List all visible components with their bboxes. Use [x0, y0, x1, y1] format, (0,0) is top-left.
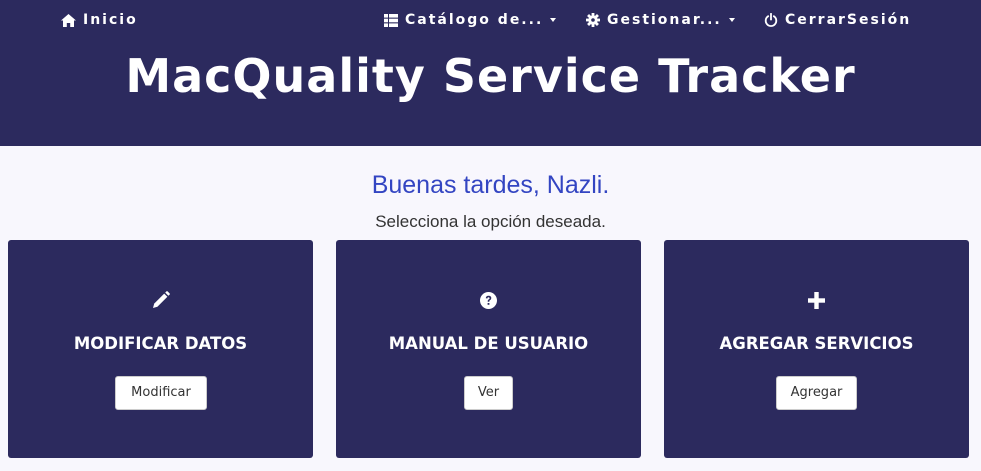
- card-user-manual: MANUAL DE USUARIO Ver: [336, 240, 641, 458]
- app-title: MacQuality Service Tracker: [125, 49, 856, 103]
- card-title: MANUAL DE USUARIO: [388, 334, 589, 353]
- chevron-down-icon: [728, 18, 735, 22]
- card-title: AGREGAR SERVICIOS: [719, 334, 914, 353]
- nav-home-link[interactable]: Inicio: [61, 9, 138, 31]
- home-icon: [61, 13, 76, 27]
- view-button[interactable]: Ver: [464, 376, 513, 410]
- chevron-down-icon: [550, 18, 557, 22]
- top-header: Inicio Catálogo de... Gestionar... Cerra…: [0, 0, 981, 146]
- nav-manage-label: Gestionar...: [607, 12, 722, 28]
- card-add-services: AGREGAR SERVICIOS Agregar: [664, 240, 969, 458]
- nav-home-label: Inicio: [83, 12, 138, 28]
- greeting-text: Buenas tardes, Nazli.: [371, 171, 610, 199]
- card-modify-data: MODIFICAR DATOS Modificar: [8, 240, 313, 458]
- gear-icon: [586, 13, 600, 27]
- instruction-text: Selecciona la opción deseada.: [375, 212, 606, 231]
- plus-icon: [664, 290, 969, 310]
- nav-catalog-dropdown[interactable]: Catálogo de...: [384, 9, 557, 31]
- table-icon: [384, 13, 398, 27]
- nav-logout-label: CerrarSesión: [785, 12, 912, 28]
- pencil-icon: [8, 290, 313, 310]
- add-button[interactable]: Agregar: [776, 376, 857, 410]
- nav-catalog-label: Catálogo de...: [405, 12, 544, 28]
- card-title: MODIFICAR DATOS: [73, 334, 248, 353]
- modify-button[interactable]: Modificar: [115, 376, 207, 410]
- question-circle-icon: [336, 290, 641, 310]
- nav-logout-link[interactable]: CerrarSesión: [764, 9, 911, 31]
- nav-manage-dropdown[interactable]: Gestionar...: [586, 9, 735, 31]
- power-icon: [764, 13, 778, 27]
